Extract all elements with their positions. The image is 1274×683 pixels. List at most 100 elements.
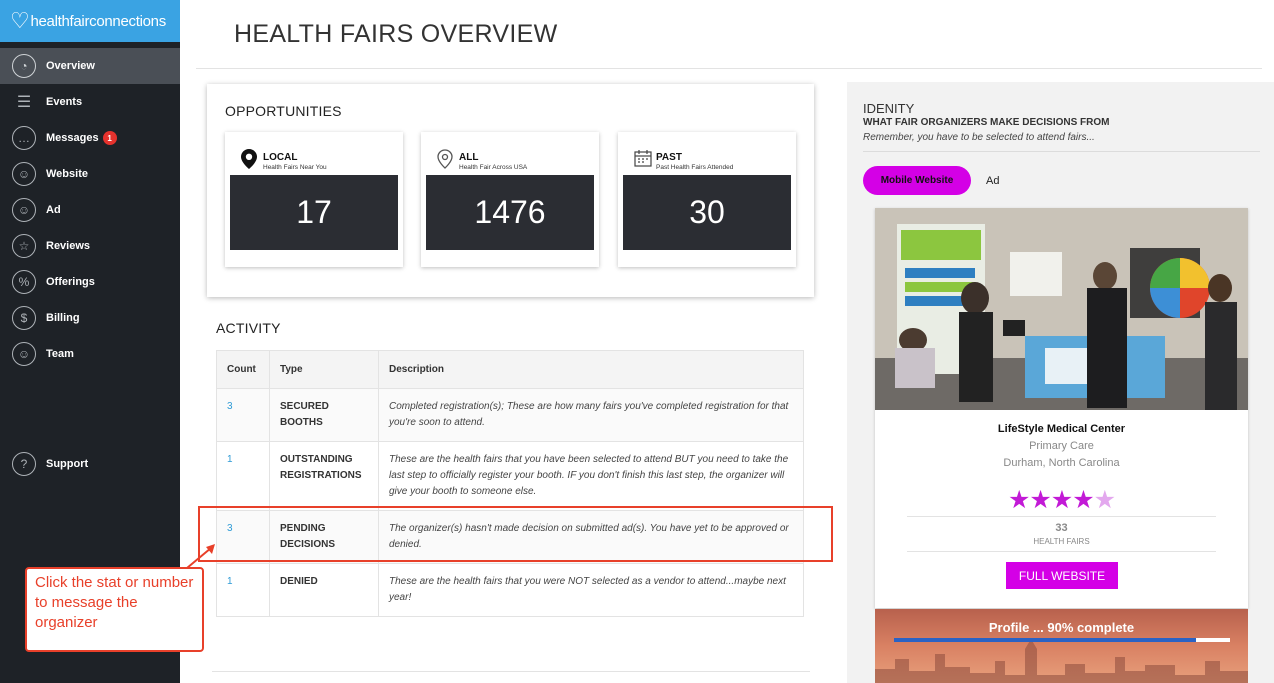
half-star-icon: ★ — [1093, 486, 1116, 514]
map-pin-icon — [241, 149, 263, 172]
sidebar-item-team[interactable]: ☺ Team — [0, 336, 180, 372]
stat-value[interactable]: 1476 — [426, 175, 594, 250]
sidebar-item-reviews[interactable]: ☆ Reviews — [0, 228, 180, 264]
highlight-box — [198, 506, 833, 562]
row-description: Completed registration(s); These are how… — [378, 388, 804, 442]
tag-icon: % — [12, 270, 36, 294]
sidebar-item-support[interactable]: ? Support — [0, 446, 180, 482]
support-section: ? Support — [0, 446, 180, 482]
sidebar-item-label: Overview — [46, 60, 95, 72]
sidebar-item-label: Billing — [46, 312, 80, 324]
sidebar-item-label: Ad — [46, 204, 61, 216]
profile-complete-text: Profile ... 90% complete — [988, 620, 1135, 635]
column-header-description: Description — [378, 350, 804, 389]
opportunities-title: OPPORTUNITIES — [225, 103, 342, 119]
sidebar-item-label: Offerings — [46, 276, 95, 288]
identity-panel: IDENITY WHAT FAIR ORGANIZERS MAKE DECISI… — [847, 82, 1274, 683]
profile-divider — [907, 551, 1216, 552]
activity-divider — [212, 671, 810, 672]
column-header-count: Count — [216, 350, 270, 389]
row-type: SECURED BOOTHS — [269, 388, 379, 442]
stat-header: LOCAL Health Fairs Near You — [241, 149, 327, 172]
profile-progress-fill — [894, 638, 1197, 642]
sidebar-item-label: Website — [46, 168, 88, 180]
business-location: Durham, North Carolina — [1003, 457, 1120, 469]
app-root: ♡ healthfairconnections ◔ Overview ☰ Eve… — [0, 0, 1274, 683]
location-icon — [437, 149, 459, 172]
profile-progress-bar — [894, 638, 1230, 642]
table-row: 1 DENIED These are the health fairs that… — [216, 563, 804, 617]
calendar-icon — [634, 149, 656, 170]
logo-text: healthfairconnections — [30, 12, 166, 30]
row-count-link[interactable]: 1 — [216, 441, 270, 511]
activity-title: ACTIVITY — [216, 320, 281, 336]
sidebar-item-label: Team — [46, 348, 74, 360]
stat-sublabel: Past Health Fairs Attended — [656, 164, 734, 171]
stat-local[interactable]: LOCAL Health Fairs Near You 17 — [225, 132, 403, 267]
sidebar-item-events[interactable]: ☰ Events — [0, 84, 180, 120]
identity-title: IDENITY — [863, 101, 915, 116]
identity-divider — [863, 151, 1260, 152]
header-divider — [196, 68, 1262, 69]
stat-all[interactable]: ALL Health Fair Across USA 1476 — [421, 132, 599, 267]
row-type: OUTSTANDING REGISTRATIONS — [269, 441, 379, 511]
activity-table: Count Type Description 3 SECURED BOOTHS … — [216, 350, 804, 617]
stat-label: LOCAL — [263, 152, 298, 163]
app-logo[interactable]: ♡ healthfairconnections — [0, 0, 180, 42]
stat-header: ALL Health Fair Across USA — [437, 149, 527, 172]
heart-logo-icon: ♡ — [10, 8, 30, 33]
stat-past[interactable]: PAST Past Health Fairs Attended 30 — [618, 132, 796, 267]
sidebar-item-label: Events — [46, 96, 83, 108]
full-website-button[interactable]: FULL WEBSITE — [1006, 562, 1118, 589]
sidebar-item-label: Support — [46, 458, 89, 470]
tab-mobile-website[interactable]: Mobile Website — [863, 166, 971, 195]
sidebar-item-label: Messages — [46, 132, 99, 144]
row-count-link[interactable]: 3 — [216, 388, 270, 442]
star-icon: ☆ — [12, 234, 36, 258]
business-category: Primary Care — [1029, 440, 1094, 452]
row-type: DENIED — [269, 563, 379, 617]
sidebar-item-billing[interactable]: $ Billing — [0, 300, 180, 336]
profile-divider — [907, 516, 1216, 517]
sidebar-item-offerings[interactable]: % Offerings — [0, 264, 180, 300]
rating-stars: ★★★★★ — [875, 488, 1248, 513]
opportunities-card: OPPORTUNITIES LOCAL Health Fairs Near Yo… — [207, 84, 814, 297]
stat-header: PAST Past Health Fairs Attended — [634, 149, 733, 171]
user-icon: ☺ — [12, 162, 36, 186]
page-title: HEALTH FAIRS OVERVIEW — [234, 20, 558, 48]
sidebar-item-ad[interactable]: ☺ Ad — [0, 192, 180, 228]
fairs-count-label: HEALTH FAIRS — [1033, 537, 1090, 546]
tab-ad[interactable]: Ad — [986, 175, 999, 187]
user-icon: ☺ — [12, 198, 36, 222]
fairs-count: 33 — [1055, 522, 1068, 534]
chat-icon: … — [12, 126, 36, 150]
sidebar-item-overview[interactable]: ◔ Overview — [0, 48, 180, 84]
gauge-icon: ◔ — [12, 54, 36, 78]
star-icon: ★ — [1072, 486, 1094, 514]
user-icon: ☺ — [12, 342, 36, 366]
table-row: 1 OUTSTANDING REGISTRATIONS These are th… — [216, 441, 804, 511]
star-icon: ★ — [1029, 486, 1051, 514]
stat-label: ALL — [459, 152, 479, 163]
star-icon: ★ — [1050, 486, 1073, 514]
sidebar-item-website[interactable]: ☺ Website — [0, 156, 180, 192]
profile-card: LifeStyle Medical Center Primary Care Du… — [875, 208, 1248, 608]
star-icon: ★ — [1007, 486, 1030, 514]
sidebar-item-messages[interactable]: … Messages 1 — [0, 120, 180, 156]
callout-note: Click the stat or number to message the … — [25, 567, 204, 652]
list-icon: ☰ — [16, 94, 32, 111]
stat-label: PAST — [656, 152, 682, 163]
table-row: 3 SECURED BOOTHS Completed registration(… — [216, 388, 804, 442]
booth-photo — [875, 208, 1248, 410]
stat-value[interactable]: 17 — [230, 175, 398, 250]
column-header-type: Type — [269, 350, 379, 389]
business-name: LifeStyle Medical Center — [997, 423, 1126, 435]
row-description: These are the health fairs that you were… — [378, 563, 804, 617]
identity-note: Remember, you have to be selected to att… — [863, 132, 1095, 143]
sidebar-nav: ◔ Overview ☰ Events … Messages 1 ☺ Websi… — [0, 48, 180, 372]
identity-subtitle: WHAT FAIR ORGANIZERS MAKE DECISIONS FROM — [863, 117, 1110, 128]
stat-sublabel: Health Fairs Near You — [263, 164, 327, 171]
sidebar-item-label: Reviews — [46, 240, 91, 252]
stat-value[interactable]: 30 — [623, 175, 791, 250]
messages-badge: 1 — [102, 131, 117, 145]
